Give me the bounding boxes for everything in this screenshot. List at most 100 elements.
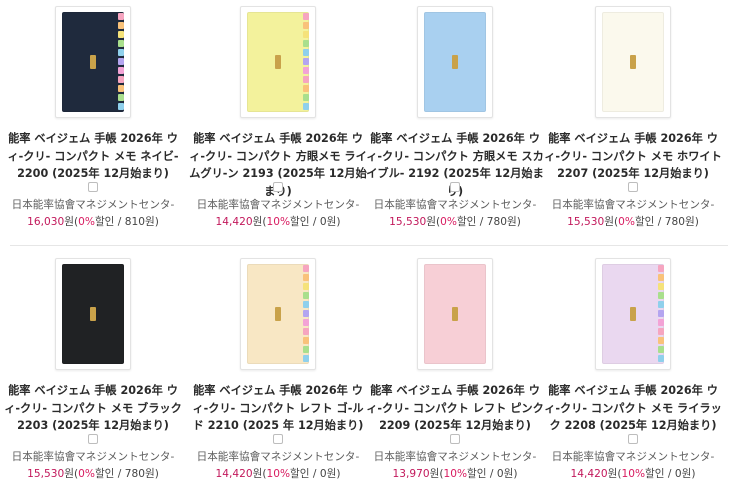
price-line: 15,530원(0%할인 / 780원) [0, 466, 186, 481]
select-checkbox[interactable] [450, 434, 460, 444]
discount-rate: 0% [440, 216, 457, 228]
price-line: 16,030원(0%할인 / 810원) [0, 214, 186, 229]
discount-rate: 0% [78, 468, 95, 480]
product-image[interactable] [240, 258, 316, 370]
index-tab [658, 310, 664, 317]
logo-emboss-icon [630, 307, 636, 321]
price-line: 13,970원(10%할인 / 0원) [362, 466, 548, 481]
index-tab [658, 346, 664, 353]
discount-detail: 할인 / 0원) [645, 468, 696, 480]
product-title[interactable]: 能率 ベイジェム 手帳 2026年 ウィ-クリ- コンパクト レフト ゴ-ルド … [189, 382, 367, 435]
product-title[interactable]: 能率 ベイジェム 手帳 2026年 ウィ-クリ- コンパクト メモ ネイビ- 2… [4, 130, 182, 183]
discount-rate: 0% [78, 216, 95, 228]
index-tabs-icon [658, 265, 664, 362]
index-tab [303, 40, 309, 47]
publisher-name: 日本能率協會マネジメントセンタ- [551, 451, 715, 463]
product-title[interactable]: 能率 ベイジェム 手帳 2026年 ウィ-クリ- コンパクト メモ ブラック 2… [4, 382, 182, 435]
product-image[interactable] [417, 258, 493, 370]
product-card[interactable]: 能率 ベイジェム 手帳 2026年 ウィ-クリ- コンパクト メモ ライラック … [540, 252, 726, 492]
product-image[interactable] [55, 258, 131, 370]
sale-price: 15,530 [567, 216, 605, 228]
sale-price: 16,030 [27, 216, 65, 228]
index-tab [303, 22, 309, 29]
product-title[interactable]: 能率 ベイジェム 手帳 2026年 ウィ-クリ- コンパクト メモ ライラック … [544, 382, 722, 435]
sale-price: 13,970 [392, 468, 430, 480]
sale-price: 14,420 [570, 468, 608, 480]
discount-detail: 할인 / 0원) [290, 216, 341, 228]
product-card[interactable]: 能率 ベイジェム 手帳 2026年 ウィ-クリ- コンパクト メモ ブラック 2… [0, 252, 186, 492]
product-row: 能率 ベイジェム 手帳 2026年 ウィ-クリ- コンパクト メモ ネイビ- 2… [0, 0, 743, 240]
product-image[interactable] [417, 6, 493, 118]
logo-emboss-icon [275, 307, 281, 321]
index-tab [303, 94, 309, 101]
index-tab [303, 31, 309, 38]
product-image[interactable] [595, 258, 671, 370]
index-tab [303, 292, 309, 299]
price-line: 15,530원(0%할인 / 780원) [540, 214, 726, 229]
index-tab [303, 355, 309, 362]
index-tab [303, 310, 309, 317]
discount-rate: 10% [266, 216, 291, 228]
product-image[interactable] [240, 6, 316, 118]
publisher-name: 日本能率協會マネジメントセンタ- [196, 451, 360, 463]
logo-emboss-icon [90, 55, 96, 69]
select-checkbox[interactable] [273, 182, 283, 192]
product-image[interactable] [595, 6, 671, 118]
price-line: 15,530원(0%할인 / 780원) [362, 214, 548, 229]
product-image[interactable] [55, 6, 131, 118]
select-checkbox[interactable] [88, 182, 98, 192]
index-tab [303, 85, 309, 92]
index-tab [303, 328, 309, 335]
product-card[interactable]: 能率 ベイジェム 手帳 2026年 ウィ-クリ- コンパクト レフト ピンク 2… [362, 252, 548, 492]
product-card[interactable]: 能率 ベイジェム 手帳 2026年 ウィ-クリ- コンパクト メモ ネイビ- 2… [0, 0, 186, 240]
product-card[interactable]: 能率 ベイジェム 手帳 2026年 ウィ-クリ- コンパクト レフト ゴ-ルド … [185, 252, 371, 492]
index-tab [658, 319, 664, 326]
product-card[interactable]: 能率 ベイジェム 手帳 2026年 ウィ-クリ- コンパクト メモ ホワイト 2… [540, 0, 726, 240]
index-tabs-icon [118, 13, 124, 110]
publisher-name: 日本能率協會マネジメントセンタ- [11, 199, 175, 211]
index-tab [118, 67, 124, 74]
price-unit: 원( [604, 216, 619, 228]
index-tab [118, 40, 124, 47]
select-checkbox[interactable] [450, 182, 460, 192]
index-tab [658, 265, 664, 272]
product-title[interactable]: 能率 ベイジェム 手帳 2026年 ウィ-クリ- コンパクト メモ ホワイト 2… [544, 130, 722, 183]
product-card[interactable]: 能率 ベイジェム 手帳 2026年 ウィ-クリ- コンパクト 方眼メモ スカイブ… [362, 0, 548, 240]
index-tab [118, 103, 124, 110]
index-tab [303, 265, 309, 272]
index-tab [118, 85, 124, 92]
discount-detail: 할인 / 810원) [94, 216, 159, 228]
logo-emboss-icon [275, 55, 281, 69]
discount-detail: 할인 / 780원) [94, 468, 159, 480]
discount-rate: 10% [266, 468, 291, 480]
price-line: 14,420원(10%할인 / 0원) [185, 466, 371, 481]
index-tab [118, 58, 124, 65]
index-tab [118, 13, 124, 20]
index-tab [658, 328, 664, 335]
price-unit: 원( [429, 468, 444, 480]
index-tab [303, 283, 309, 290]
select-checkbox[interactable] [628, 182, 638, 192]
product-row: 能率 ベイジェム 手帳 2026年 ウィ-クリ- コンパクト メモ ブラック 2… [0, 252, 743, 492]
index-tab [118, 94, 124, 101]
publisher-name: 日本能率協會マネジメントセンタ- [373, 451, 537, 463]
sale-price: 15,530 [27, 468, 65, 480]
discount-rate: 10% [621, 468, 646, 480]
index-tab [118, 76, 124, 83]
sale-price: 14,420 [215, 468, 253, 480]
sale-price: 14,420 [215, 216, 253, 228]
select-checkbox[interactable] [88, 434, 98, 444]
publisher-name: 日本能率協會マネジメントセンタ- [11, 451, 175, 463]
logo-emboss-icon [452, 55, 458, 69]
product-title[interactable]: 能率 ベイジェム 手帳 2026年 ウィ-クリ- コンパクト レフト ピンク 2… [366, 382, 544, 435]
index-tab [303, 103, 309, 110]
publisher-name: 日本能率協會マネジメントセンタ- [373, 199, 537, 211]
logo-emboss-icon [452, 307, 458, 321]
discount-detail: 할인 / 780원) [634, 216, 699, 228]
product-card[interactable]: 能率 ベイジェム 手帳 2026年 ウィ-クリ- コンパクト 方眼メモ ライムグ… [185, 0, 371, 240]
index-tab [118, 22, 124, 29]
index-tab [303, 76, 309, 83]
index-tab [658, 292, 664, 299]
select-checkbox[interactable] [273, 434, 283, 444]
select-checkbox[interactable] [628, 434, 638, 444]
